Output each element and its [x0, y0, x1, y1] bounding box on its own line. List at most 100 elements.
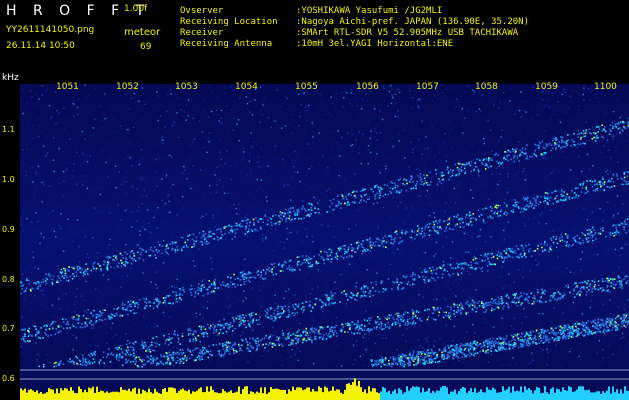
trace-speck — [596, 183, 598, 185]
trace-speck — [500, 163, 502, 165]
trace-speck — [119, 345, 121, 347]
noise-speck — [522, 210, 524, 213]
noise-speck — [332, 147, 334, 149]
noise-speck — [76, 349, 78, 352]
noise-speck — [35, 354, 37, 356]
trace-speck — [502, 261, 504, 263]
noise-speck — [219, 122, 221, 124]
trace-speck — [275, 317, 277, 319]
noise-speck — [85, 280, 87, 283]
trace-speck — [193, 243, 195, 245]
trace-speck — [218, 320, 221, 323]
trace-speck — [456, 266, 459, 268]
noise-speck — [82, 152, 84, 155]
trace-speck — [283, 215, 285, 218]
trace-speck — [412, 180, 414, 183]
trace-speck — [242, 314, 244, 316]
noise-speck — [607, 173, 609, 175]
trace-speck — [351, 247, 353, 249]
trace-speck — [134, 260, 137, 262]
trace-speck — [289, 268, 291, 271]
noise-speck — [435, 253, 437, 255]
noise-speck — [140, 148, 143, 151]
noise-speck — [208, 361, 210, 363]
trace-speck — [144, 306, 146, 308]
trace-speck — [264, 277, 267, 280]
trace-speck — [109, 360, 112, 363]
trace-speck — [625, 180, 627, 183]
trace-speck — [563, 240, 566, 243]
trace-speck — [331, 202, 333, 205]
trace-speck — [202, 294, 205, 297]
trace-speck — [158, 244, 161, 247]
trace-speck — [487, 159, 490, 162]
noise-speck — [168, 154, 171, 156]
trace-speck — [341, 194, 343, 196]
noise-speck — [424, 162, 426, 164]
noise-speck — [459, 276, 461, 278]
noise-speck — [24, 270, 27, 272]
trace-speck — [252, 320, 254, 323]
noise-speck — [326, 190, 328, 192]
trace-speck — [286, 268, 288, 270]
trace-speck — [59, 330, 62, 332]
trace-speck — [506, 205, 508, 207]
noise-speck — [81, 295, 83, 297]
noise-speck — [94, 88, 96, 90]
noise-speck — [23, 164, 25, 167]
noise-speck — [192, 358, 194, 361]
trace-speck — [612, 174, 614, 176]
noise-speck — [443, 141, 446, 143]
trace-speck — [555, 238, 557, 240]
trace-speck — [162, 301, 165, 304]
trace-speck — [68, 266, 70, 268]
noise-speck — [391, 94, 393, 96]
noise-speck — [615, 296, 618, 298]
noise-speck — [596, 190, 599, 192]
noise-speck — [433, 212, 435, 214]
noise-speck — [110, 108, 112, 110]
trace-speck — [118, 262, 120, 264]
trace-speck — [439, 219, 441, 221]
trace-speck — [203, 286, 205, 288]
trace-speck — [27, 330, 30, 332]
trace-speck — [437, 232, 439, 234]
trace-speck — [95, 267, 98, 270]
noise-speck — [283, 185, 285, 187]
noise-speck — [171, 285, 173, 288]
noise-speck — [491, 173, 493, 175]
noise-speck — [46, 111, 48, 113]
noise-speck — [561, 93, 563, 96]
noise-speck — [260, 147, 262, 149]
noise-speck — [548, 336, 550, 338]
noise-speck — [288, 288, 290, 290]
station-info: Ovserver:YOSHIKAWA Yasufumi /JG2MLI Rece… — [180, 6, 529, 50]
noise-speck — [522, 206, 524, 209]
trace-speck — [117, 348, 119, 351]
noise-speck — [21, 352, 24, 354]
noise-speck — [258, 166, 260, 168]
noise-speck — [211, 261, 213, 264]
trace-speck — [81, 357, 84, 359]
noise-speck — [222, 185, 224, 188]
noise-speck — [474, 332, 476, 334]
noise-speck — [97, 211, 99, 213]
noise-speck — [336, 345, 338, 347]
trace-speck — [177, 337, 180, 339]
noise-speck — [157, 144, 160, 147]
noise-speck — [247, 137, 249, 139]
noise-speck — [618, 266, 620, 269]
noise-speck — [210, 253, 213, 255]
noise-speck — [156, 153, 158, 156]
trace-speck — [279, 217, 282, 219]
trace-speck — [552, 202, 554, 205]
trace-speck — [281, 218, 283, 221]
trace-speck — [86, 323, 88, 326]
trace-speck — [365, 285, 367, 288]
noise-speck — [519, 132, 521, 135]
trace-speck — [245, 277, 248, 279]
trace-speck — [477, 170, 480, 173]
trace-speck — [283, 213, 286, 216]
trace-speck — [243, 281, 246, 283]
trace-speck — [449, 169, 452, 171]
